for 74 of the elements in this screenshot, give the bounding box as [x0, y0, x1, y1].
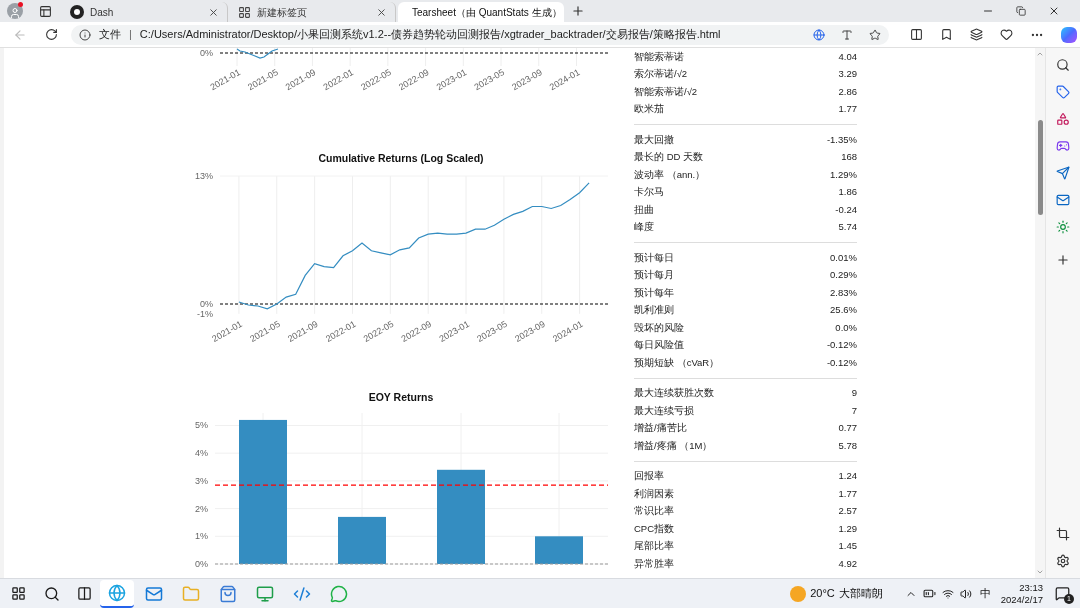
metric-label: 预计每月: [634, 268, 674, 283]
metric-value: -0.24: [835, 202, 857, 217]
metric-label: 利润因素: [634, 486, 674, 501]
metric-label: 最长的 DD 天数: [634, 150, 703, 165]
y-tick-label: 0%: [200, 48, 213, 58]
metric-value: 4.04: [838, 49, 857, 64]
metric-label: 凯利准则: [634, 303, 674, 318]
metric-value: 1.86: [838, 185, 857, 200]
y-tick-label: 0%: [195, 559, 208, 569]
metric-value: 9: [851, 386, 857, 401]
metric-value: 25.6%: [830, 303, 857, 318]
metric-label: 卡尔马: [634, 185, 664, 200]
y-tick-label: -1%: [197, 308, 213, 319]
metric-label: 异常胜率: [634, 556, 674, 571]
metric-label: CPC指数: [634, 521, 675, 536]
chart-title: EOY Returns: [368, 391, 434, 403]
metric-label: 最大连续获胜次数: [634, 386, 714, 401]
metric-value: 1.24: [838, 469, 857, 484]
metric-label: 欧米茄: [634, 102, 664, 117]
metric-value: 1.29%: [830, 167, 857, 182]
metric-value: 4.92: [838, 556, 857, 571]
metric-value: 1.45: [838, 539, 857, 554]
metric-value: 1.77: [838, 102, 857, 117]
metric-label: 峰度: [634, 220, 654, 235]
metric-label: 预计每年: [634, 285, 674, 300]
metric-label: 最大回撤: [634, 132, 674, 147]
y-tick-label: 0%: [200, 299, 213, 309]
metric-value: 1.29: [838, 521, 857, 536]
metric-value: 0.01%: [830, 250, 857, 265]
separator-text: |: [129, 27, 132, 43]
metric-label: 增益/疼痛 （1M）: [634, 438, 713, 453]
y-tick-label: 3%: [195, 475, 208, 486]
url-text: C:/Users/Administrator/Desktop/小果回测系统v1.2--债券趋势轮动回测报告/xgtrader_backtrader/交易报告/策略报告.html: [139, 27, 722, 43]
y-tick-label: 4%: [195, 448, 208, 459]
y-tick-label: 2%: [195, 503, 208, 514]
metric-value: -0.12%: [826, 355, 857, 370]
metric-label: 预计每日: [634, 250, 674, 265]
y-tick-label: 1%: [195, 531, 208, 542]
metric-label: 最大连续亏损: [634, 403, 694, 418]
metric-value: 168: [841, 150, 857, 165]
metric-label: 常识比率: [634, 504, 674, 519]
y-tick-label: 5%: [195, 420, 208, 431]
metric-value: 2.83%: [830, 285, 857, 300]
metric-label: 智能索蒂诺/√2: [634, 84, 698, 99]
metric-label: 增益/痛苦比: [634, 421, 687, 436]
metric-label: 毁坏的风险: [634, 320, 684, 335]
tab-title: Tearsheet（由 QuantStats 生成）: [412, 5, 562, 20]
metric-label: 索尔蒂诺/√2: [634, 67, 688, 82]
metric-label: 每日风险值: [634, 338, 684, 353]
metric-label: 波动率 （ann.）: [634, 167, 706, 182]
metric-value: 0.77: [838, 421, 857, 436]
metric-label: 预期短缺 （cVaR）: [634, 355, 720, 370]
weather-text: 大部晴朗: [838, 586, 883, 602]
metric-value: 2.86: [838, 84, 857, 99]
metric-value: -1.35%: [826, 132, 857, 147]
tab-title: 新建标签页: [257, 5, 308, 20]
metric-label: 智能索蒂诺: [634, 49, 684, 64]
metric-value: 5.74: [838, 220, 857, 235]
metric-value: -0.12%: [826, 338, 857, 353]
y-tick-label: 13%: [195, 171, 213, 181]
tab-title: Dash: [90, 5, 115, 20]
metric-value: 0.0%: [835, 320, 857, 335]
scheme-label: 文件: [99, 27, 121, 43]
metric-value: 5.78: [838, 438, 857, 453]
metric-label: 回报率: [634, 469, 664, 484]
metric-label: 扭曲: [634, 202, 654, 217]
temperature-text: 20°C: [810, 586, 835, 602]
metric-value: 0.29%: [830, 268, 857, 283]
chart-title: Cumulative Returns (Log Scaled): [318, 152, 484, 164]
metric-value: 7: [851, 403, 857, 418]
metric-value: 3.29: [838, 67, 857, 82]
metric-value: 1.77: [838, 486, 857, 501]
metric-value: 2.57: [838, 504, 857, 519]
metric-label: 尾部比率: [634, 539, 674, 554]
